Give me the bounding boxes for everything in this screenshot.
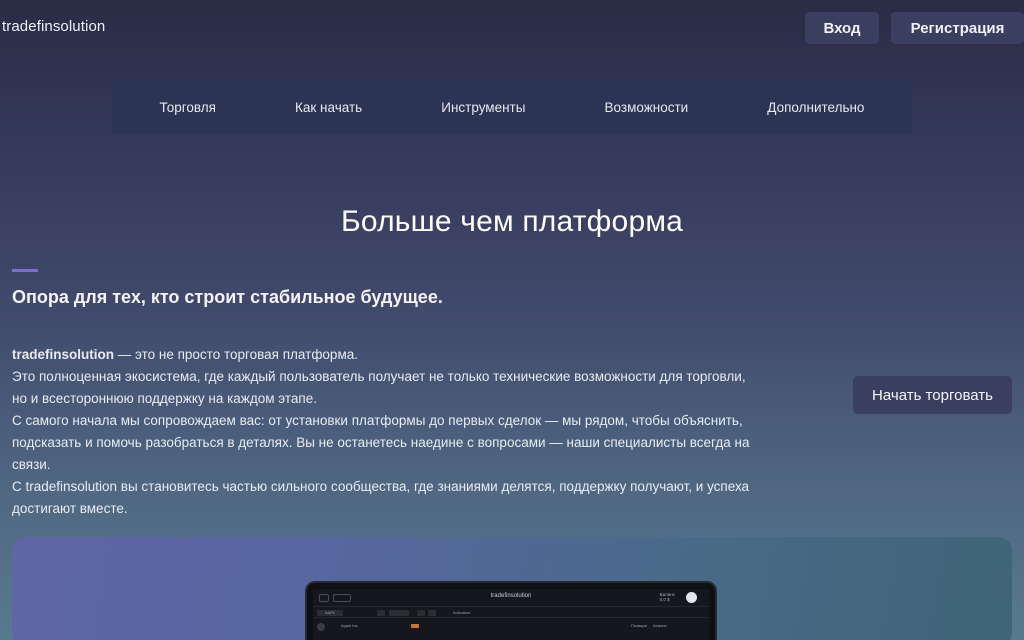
screen-balance-value: 0,0 $ — [659, 597, 670, 602]
nav-item-how-to-start[interactable]: Как начать — [295, 100, 362, 115]
laptop-screen: tradefinsolution Баланс 0,0 $ AAPL Indic… — [313, 589, 709, 640]
register-button[interactable]: Регистрация — [891, 12, 1024, 44]
screen-draw-icon — [428, 610, 436, 616]
user-icon — [686, 592, 697, 603]
nav-item-instruments[interactable]: Инструменты — [441, 100, 525, 115]
screen-balance: Баланс 0,0 $ — [660, 592, 675, 602]
platform-showcase: tradefinsolution Баланс 0,0 $ AAPL Indic… — [12, 537, 1012, 640]
screen-tab-positions: Позиции — [631, 623, 647, 628]
nav-item-features[interactable]: Возможности — [605, 100, 689, 115]
screen-change-badge — [411, 624, 419, 628]
screen-ticker: AAPL — [325, 610, 336, 615]
screen-asset-name: Apple Inc — [341, 623, 358, 628]
nav-item-trading[interactable]: Торговля — [160, 100, 216, 115]
paragraph-ecosystem: Это полноценная экосистема, где каждый п… — [12, 369, 746, 406]
start-trading-button[interactable]: Начать торговать — [853, 376, 1012, 414]
description-text: tradefinsolution — это не просто торгова… — [12, 344, 752, 520]
section-subtitle: Опора для тех, кто строит стабильное буд… — [12, 287, 443, 307]
nav-item-more[interactable]: Дополнительно — [767, 100, 864, 115]
page-title: Больше чем платформа — [340, 205, 684, 238]
login-button[interactable]: Вход — [805, 12, 879, 44]
laptop-mockup: tradefinsolution Баланс 0,0 $ AAPL Indic… — [305, 581, 717, 640]
lead-paragraph: tradefinsolution — это не просто торгова… — [12, 344, 752, 366]
screen-indicators: Indicators — [453, 610, 471, 615]
brand-logo[interactable]: tradefinsolution — [2, 18, 105, 35]
screen-asset-icon — [317, 623, 325, 631]
screen-chart-type-icon — [417, 610, 425, 616]
screen-timeframe-icon — [389, 610, 409, 616]
lead-brand: tradefinsolution — [12, 347, 114, 362]
screen-tab-analysis: Анализ — [653, 623, 667, 628]
paragraph-support: С самого начала мы сопровождаем вас: от … — [12, 413, 750, 472]
lead-rest: — это не просто торговая платформа. — [114, 347, 358, 362]
main-nav: Торговля Как начать Инструменты Возможно… — [112, 80, 912, 134]
screen-tool-icon — [377, 610, 385, 616]
screen-header: tradefinsolution Баланс 0,0 $ — [313, 589, 709, 607]
top-bar: tradefinsolution Вход Регистрация — [0, 0, 1024, 56]
screen-brand: tradefinsolution — [490, 593, 532, 599]
accent-divider — [12, 269, 38, 272]
screen-toolbar: AAPL Indicators — [313, 608, 709, 618]
paragraph-community: С tradefinsolution вы становитесь частью… — [12, 479, 750, 516]
